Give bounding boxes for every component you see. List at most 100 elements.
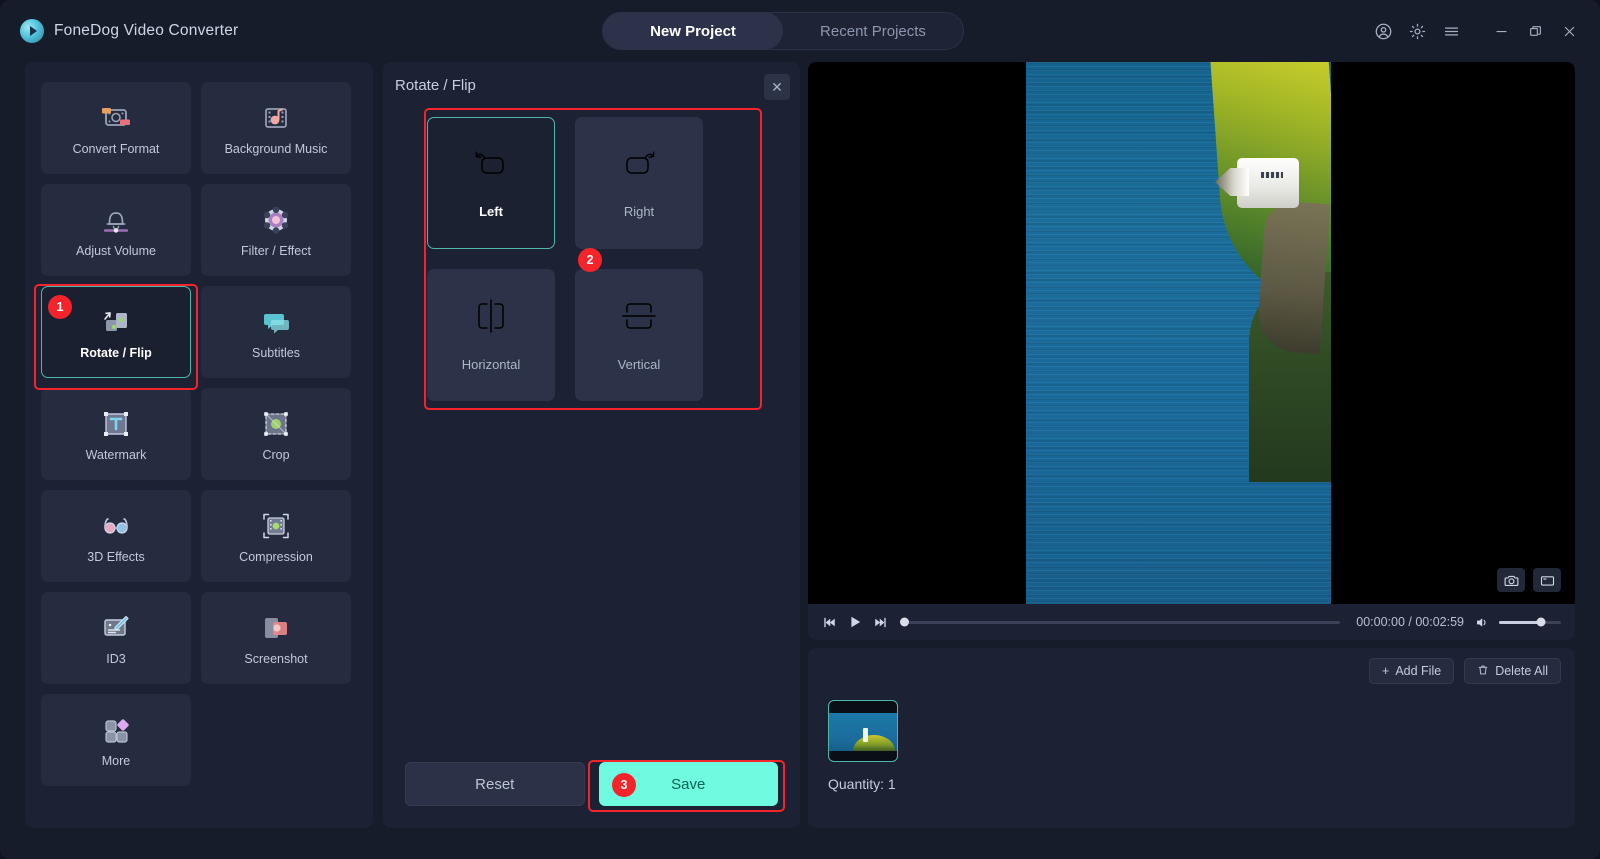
title-bar: FoneDog Video Converter New Project Rece…	[0, 0, 1600, 62]
option-label: Left	[479, 204, 503, 219]
thumbnail-lighthouse	[863, 728, 868, 742]
video-preview: 00:00:00 / 00:02:59	[808, 62, 1575, 640]
tab-recent-projects[interactable]: Recent Projects	[783, 12, 963, 50]
sidebar-item-label: Adjust Volume	[76, 243, 156, 258]
add-file-label: Add File	[1395, 664, 1442, 678]
video-frame	[1026, 62, 1331, 604]
option-label: Vertical	[617, 357, 661, 372]
annotation-badge-3: 3	[612, 773, 636, 797]
sidebar-item-screenshot[interactable]: Screenshot	[201, 592, 351, 684]
fullscreen-icon[interactable]	[1533, 568, 1561, 592]
sidebar-item-label: ID3	[106, 651, 126, 666]
sidebar-item-label: Filter / Effect	[241, 243, 311, 258]
sidebar-item-filter-effect[interactable]: Filter / Effect	[201, 184, 351, 276]
screenshot-icon	[259, 611, 293, 645]
option-rotate-right[interactable]: Right	[575, 117, 703, 249]
sidebar-item-label: Watermark	[85, 447, 147, 462]
settings-gear-icon[interactable]	[1402, 16, 1432, 46]
player-controls: 00:00:00 / 00:02:59	[808, 604, 1575, 640]
sidebar-item-adjust-volume[interactable]: Adjust Volume	[41, 184, 191, 276]
quantity-label: Quantity: 1	[828, 776, 896, 792]
sidebar-item-label: More	[101, 753, 131, 768]
sidebar-item-label: Crop	[262, 447, 290, 462]
close-panel-button[interactable]: ✕	[764, 74, 790, 100]
file-list-actions: + Add File Delete All	[1369, 658, 1561, 684]
background-music-icon	[259, 101, 293, 135]
option-rotate-left[interactable]: Left	[427, 117, 555, 249]
account-icon[interactable]	[1368, 16, 1398, 46]
delete-all-label: Delete All	[1495, 664, 1548, 678]
sidebar-item-label: Background Music	[224, 141, 328, 156]
option-label: Horizontal	[461, 357, 521, 372]
video-path	[1255, 199, 1331, 355]
play-icon[interactable]	[847, 614, 863, 630]
project-tabs: New Project Recent Projects	[602, 12, 964, 50]
sidebar-item-watermark[interactable]: Watermark	[41, 388, 191, 480]
sidebar-item-convert-format[interactable]: Convert Format	[41, 82, 191, 174]
crop-icon	[259, 407, 293, 441]
annotation-badge-2: 2	[578, 248, 602, 272]
sidebar-item-compression[interactable]: Compression	[201, 490, 351, 582]
volume-fill	[1499, 620, 1542, 624]
sidebar-item-label: Screenshot	[244, 651, 308, 666]
3d-effects-icon	[99, 509, 133, 543]
volume-handle[interactable]	[1536, 617, 1546, 627]
sidebar-item-label: Convert Format	[72, 141, 160, 156]
tools-sidebar: Convert Format Background Music Adjust V…	[25, 62, 373, 828]
brand: FoneDog Video Converter	[20, 19, 238, 43]
option-flip-vertical[interactable]: Vertical	[575, 269, 703, 401]
sidebar-item-label: Compression	[239, 549, 313, 564]
hamburger-menu-icon[interactable]	[1436, 16, 1466, 46]
panel-actions: Reset Save	[405, 762, 778, 806]
timecode-display: 00:00:00 / 00:02:59	[1356, 615, 1464, 629]
plus-icon: +	[1382, 664, 1390, 678]
window-controls	[1368, 0, 1584, 62]
flip-vertical-icon	[619, 298, 659, 339]
option-label: Right	[623, 204, 655, 219]
sidebar-item-id3[interactable]: ID3	[41, 592, 191, 684]
reset-button[interactable]: Reset	[405, 762, 585, 806]
convert-format-icon	[99, 101, 133, 135]
rotate-flip-icon	[99, 305, 133, 339]
camera-icon[interactable]	[1497, 568, 1525, 592]
sidebar-item-crop[interactable]: Crop	[201, 388, 351, 480]
close-icon[interactable]	[1554, 16, 1584, 46]
adjust-volume-icon	[99, 203, 133, 237]
volume-icon[interactable]	[1474, 615, 1489, 630]
tab-new-project[interactable]: New Project	[603, 12, 783, 50]
rotate-left-icon	[470, 147, 512, 186]
panel-title: Rotate / Flip	[395, 77, 476, 94]
app-window: FoneDog Video Converter New Project Rece…	[0, 0, 1600, 859]
play-circle-icon	[20, 19, 44, 43]
subtitles-icon	[259, 305, 293, 339]
sidebar-item-label: Subtitles	[252, 345, 300, 360]
compression-icon	[259, 509, 293, 543]
watermark-icon	[99, 407, 133, 441]
sidebar-item-label: Rotate / Flip	[80, 345, 152, 360]
delete-all-button[interactable]: Delete All	[1464, 658, 1561, 684]
sidebar-item-label: 3D Effects	[87, 549, 145, 564]
thumbnail-land	[853, 735, 895, 751]
rotate-flip-panel: Rotate / Flip ✕ Left Right Horizontal Ve…	[383, 62, 800, 828]
seek-slider[interactable]	[900, 617, 1341, 627]
annotation-badge-1: 1	[48, 295, 72, 319]
maximize-icon[interactable]	[1520, 16, 1550, 46]
minimize-icon[interactable]	[1486, 16, 1516, 46]
trash-icon	[1477, 664, 1489, 679]
more-icon	[99, 713, 133, 747]
add-file-button[interactable]: + Add File	[1369, 658, 1455, 684]
video-overlay-buttons	[1497, 568, 1561, 592]
flip-horizontal-icon	[471, 298, 511, 339]
option-flip-horizontal[interactable]: Horizontal	[427, 269, 555, 401]
sidebar-item-more[interactable]: More	[41, 694, 191, 786]
rotate-right-icon	[618, 147, 660, 186]
sidebar-item-subtitles[interactable]: Subtitles	[201, 286, 351, 378]
sidebar-item-3d-effects[interactable]: 3D Effects	[41, 490, 191, 582]
video-lighthouse	[1215, 154, 1301, 212]
skip-previous-icon[interactable]	[822, 615, 837, 630]
seek-handle[interactable]	[900, 617, 909, 627]
lighthouse-thumbnail[interactable]	[828, 700, 898, 762]
skip-next-icon[interactable]	[873, 615, 888, 630]
sidebar-item-background-music[interactable]: Background Music	[201, 82, 351, 174]
volume-slider[interactable]	[1499, 617, 1561, 627]
